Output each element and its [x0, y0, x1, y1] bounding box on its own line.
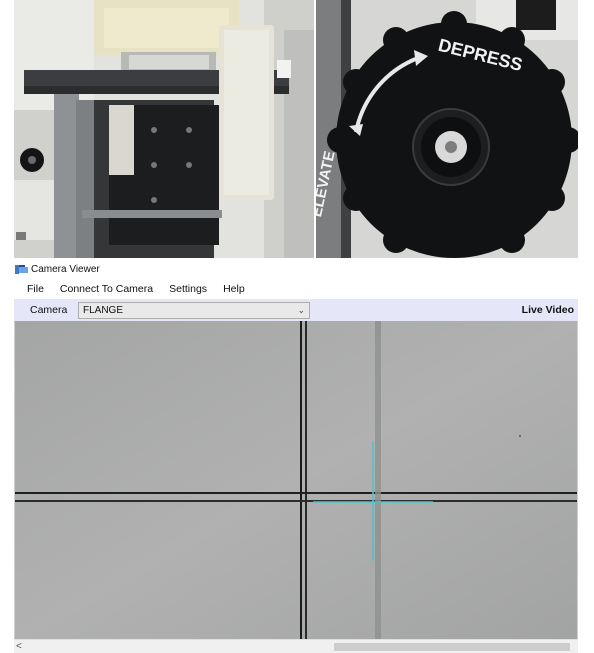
horizontal-scrollbar[interactable]: <: [14, 639, 578, 653]
knob-photo: DEPRESS ELEVATE: [316, 0, 578, 258]
live-video-status: Live Video: [521, 304, 574, 316]
menu-bar: File Connect To Camera Settings Help: [14, 279, 578, 299]
camera-toolbar: Camera FLANGE ⌄ Live Video: [14, 299, 578, 321]
knob-photo-drawing: DEPRESS ELEVATE: [316, 0, 578, 258]
camera-viewer-app-icon: [15, 265, 28, 274]
menu-file[interactable]: File: [14, 283, 52, 295]
menu-help[interactable]: Help: [215, 283, 253, 295]
vertical-reference-line: [300, 321, 302, 639]
chevron-down-icon[interactable]: ⌄: [297, 305, 305, 316]
machine-photo-drawing: [14, 0, 314, 258]
menu-settings[interactable]: Settings: [161, 283, 215, 295]
camera-frame: [15, 321, 577, 639]
camera-label: Camera: [30, 304, 68, 316]
title-bar: Camera Viewer: [14, 261, 578, 278]
scroll-left-arrow-icon[interactable]: <: [16, 640, 22, 653]
horizontal-reference-line: [15, 492, 577, 494]
horizontal-reference-line-2: [15, 500, 577, 502]
vertical-wire: [375, 321, 381, 639]
machine-photo: [14, 0, 314, 258]
window-title: Camera Viewer: [31, 264, 100, 275]
camera-select[interactable]: FLANGE ⌄: [78, 301, 310, 319]
scrollbar-thumb[interactable]: [334, 643, 570, 651]
vertical-reference-line-2: [305, 321, 307, 639]
menu-connect-to-camera[interactable]: Connect To Camera: [52, 283, 161, 295]
camera-select-value: FLANGE: [83, 304, 124, 316]
camera-viewer-window: Camera Viewer File Connect To Camera Set…: [14, 261, 578, 653]
camera-video-view[interactable]: [14, 321, 578, 639]
